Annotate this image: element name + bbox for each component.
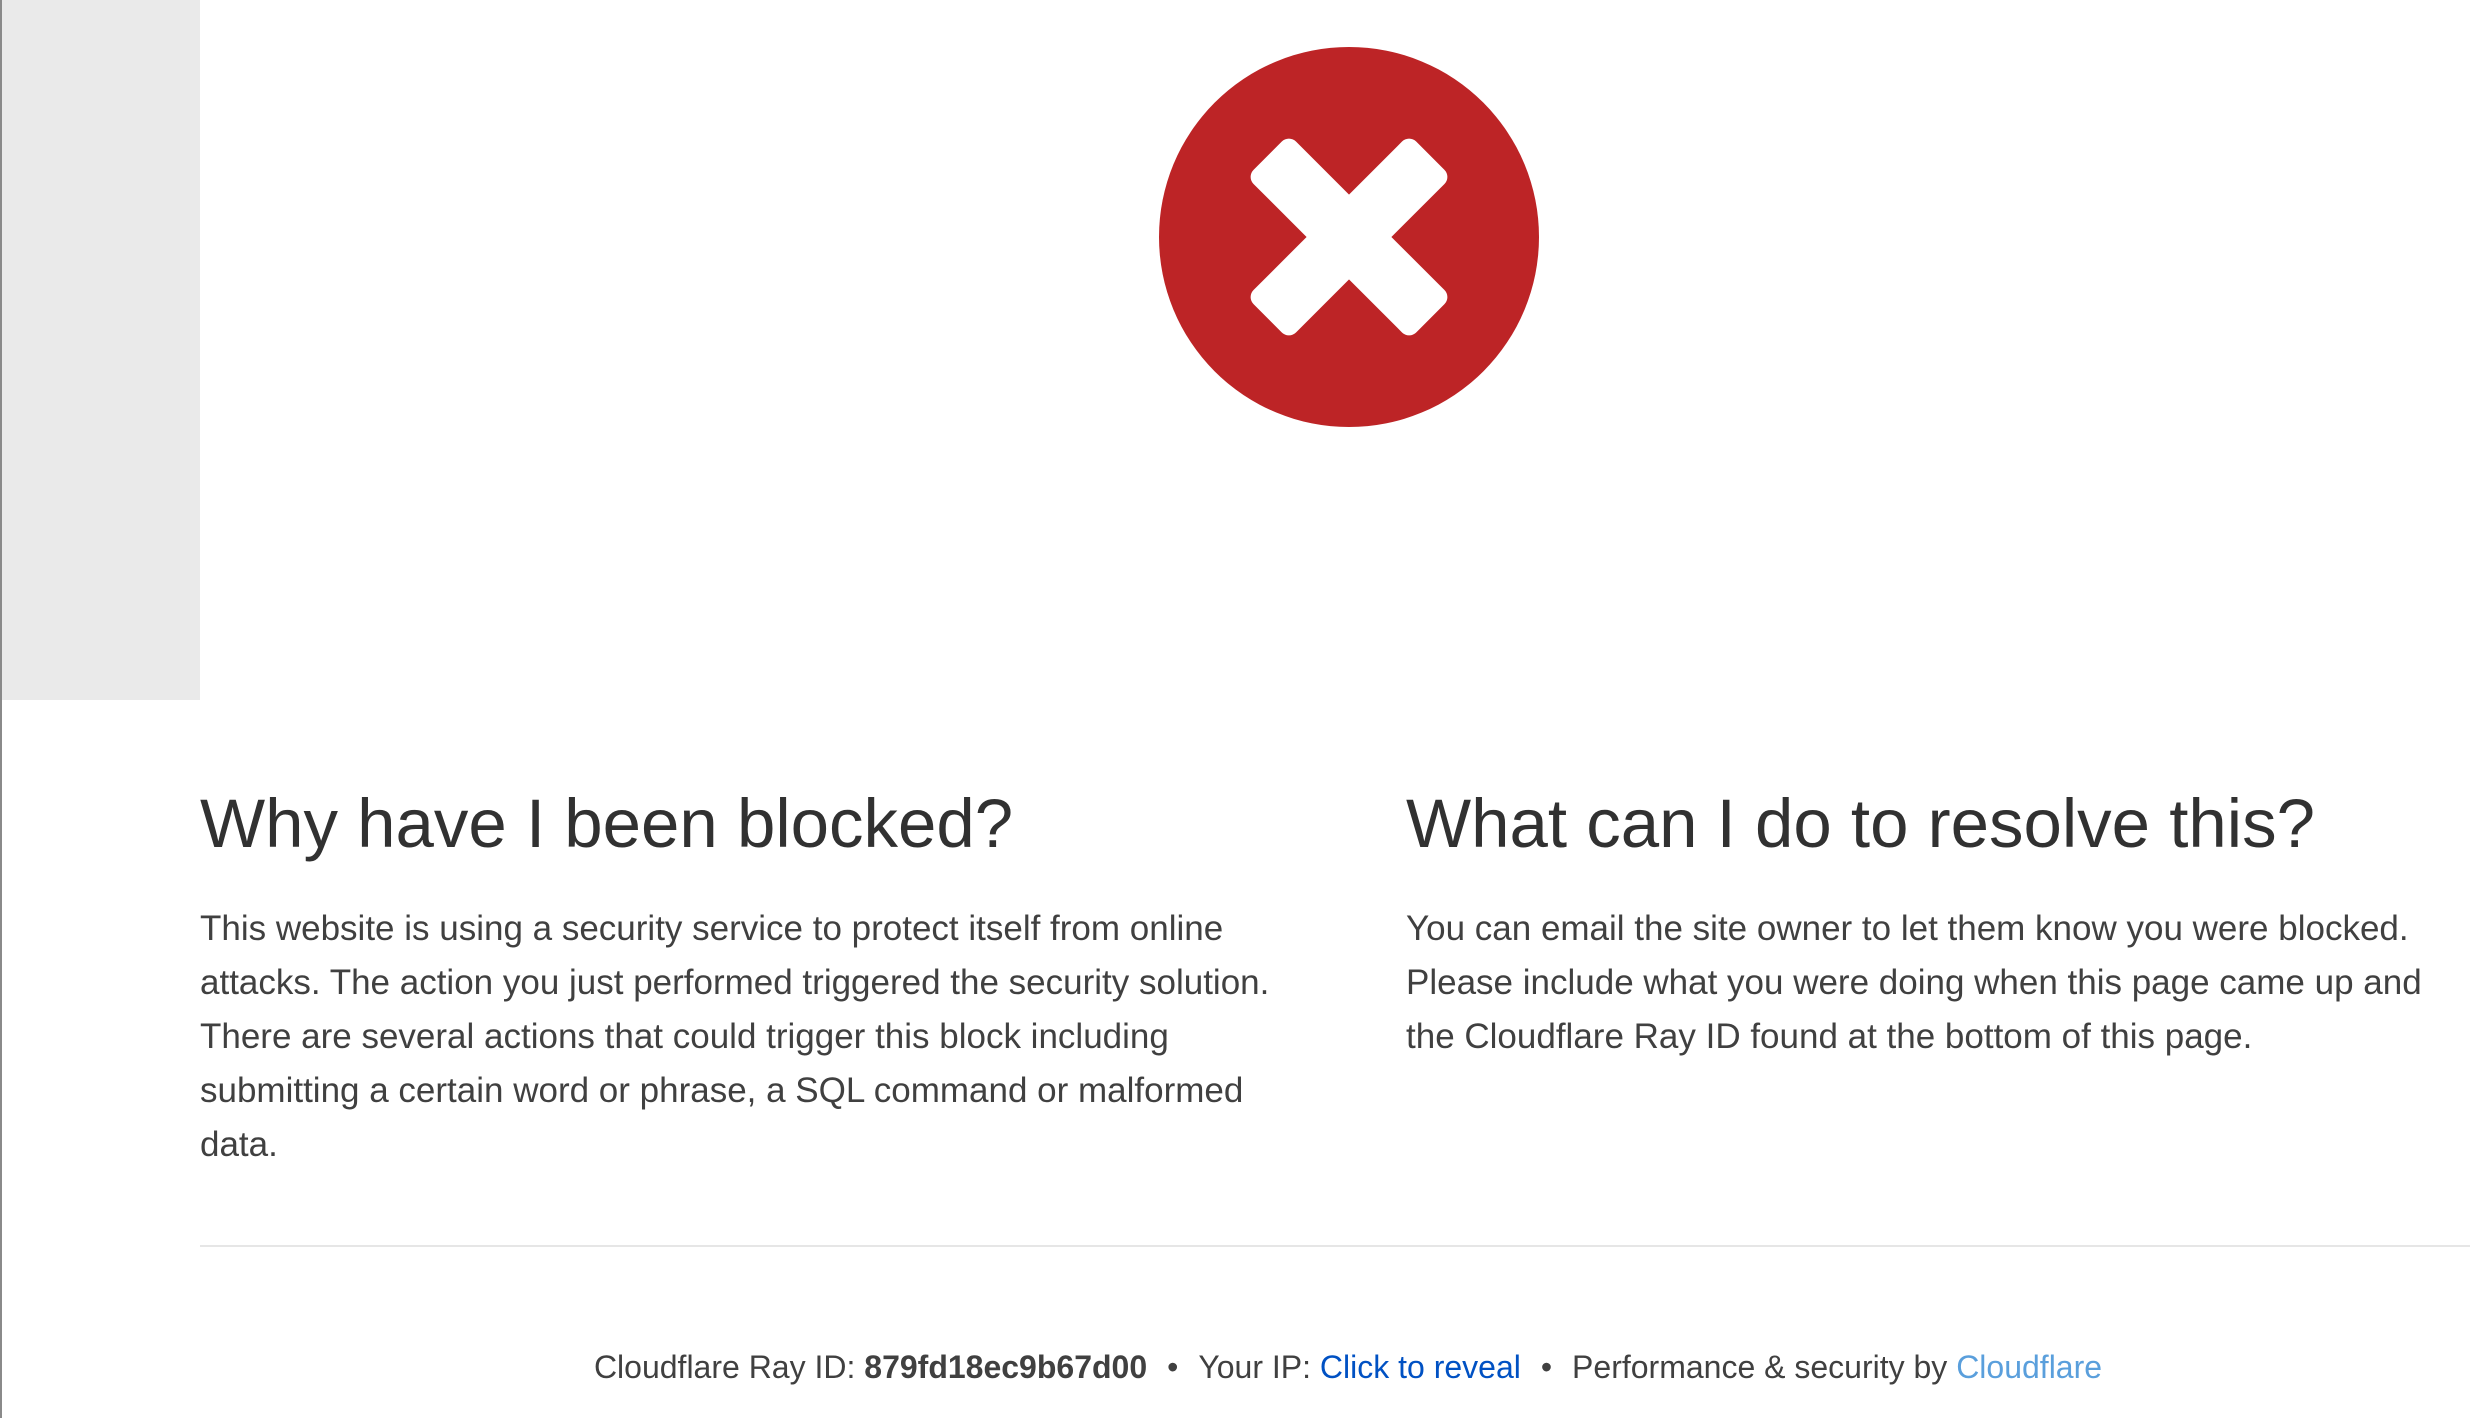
why-blocked-heading: Why have I been blocked? (200, 785, 1014, 862)
reveal-ip-button[interactable]: Click to reveal (1320, 1349, 1521, 1385)
resolve-section: What can I do to resolve this? You can e… (1406, 780, 2470, 1064)
block-page: Why have I been blocked? This website is… (0, 0, 2470, 1418)
footer-separator: • (1540, 1349, 1553, 1385)
resolve-text-line-2: Please include what you were doing when … (1406, 963, 2422, 1002)
footer-separator: • (1167, 1349, 1179, 1385)
error-x-circle-icon (1159, 47, 1539, 427)
resolve-heading: What can I do to resolve this? (1406, 785, 2315, 862)
resolve-text-line-1: You can email the site owner to let them… (1406, 909, 2409, 948)
ray-id-value: 879fd18ec9b67d00 (864, 1349, 1148, 1385)
footer-divider (200, 1245, 2470, 1247)
ray-id-label: Cloudflare Ray ID: (593, 1349, 865, 1385)
footer: Cloudflare Ray ID: 879fd18ec9b67d00 • Your… (0, 1340, 2470, 1394)
ip-label: Your IP: (1198, 1349, 1320, 1385)
resolve-text-line-3: the Cloudflare Ray ID found at the botto… (1406, 1017, 2253, 1056)
resolve-text: You can email the site owner to let them… (1406, 902, 2470, 1064)
cloudflare-link[interactable]: Cloudflare (1956, 1349, 2102, 1385)
side-panel (2, 0, 200, 700)
performance-label: Performance & security by (1572, 1349, 1957, 1385)
why-blocked-section: Why have I been blocked? This website is… (200, 780, 1320, 1172)
why-blocked-text: This website is using a security service… (200, 909, 1270, 1164)
